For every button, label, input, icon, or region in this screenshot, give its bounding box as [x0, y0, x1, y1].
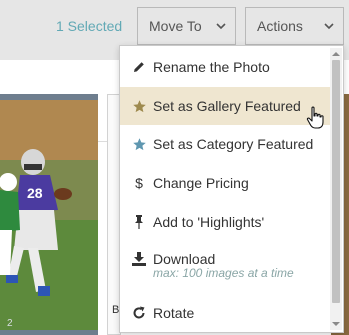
card-number: 2 — [7, 318, 13, 329]
menu-item-label: Add to 'Highlights' — [153, 214, 265, 230]
menu-item-rename[interactable]: Rename the Photo — [120, 48, 330, 86]
photo-card[interactable]: 28 — [0, 94, 98, 335]
rotate-icon — [131, 305, 147, 321]
menu-item-label: Set as Gallery Featured — [153, 98, 301, 114]
menu-item-change-pricing[interactable]: $ Change Pricing — [120, 164, 330, 202]
pin-icon — [131, 214, 147, 230]
scroll-down-arrow-icon[interactable] — [332, 320, 340, 328]
menu-item-label: Set as Category Featured — [153, 136, 314, 152]
menu-item-add-to-highlights[interactable]: Add to 'Highlights' — [120, 203, 330, 241]
selected-count: 1 Selected — [56, 18, 123, 34]
hand-cursor-icon — [306, 106, 324, 129]
dollar-icon: $ — [135, 175, 143, 191]
actions-label: Actions — [257, 18, 303, 34]
menu-item-label: Rotate — [153, 305, 195, 321]
chevron-down-icon — [216, 23, 226, 30]
move-to-button[interactable]: Move To — [137, 7, 236, 45]
scrollbar-thumb[interactable] — [332, 60, 340, 303]
menu-item-set-gallery-featured[interactable]: Set as Gallery Featured — [120, 87, 330, 125]
star-icon — [131, 98, 147, 114]
move-to-label: Move To — [149, 18, 202, 34]
star-icon — [131, 136, 147, 152]
menu-item-label: Rename the Photo — [153, 59, 270, 75]
menu-item-label: Change Pricing — [153, 175, 249, 191]
menu-item-rotate[interactable]: Rotate — [120, 294, 330, 332]
menu-item-download[interactable]: Download max: 100 images at a time — [120, 242, 330, 290]
football-player-photo: 28 — [0, 100, 98, 330]
chevron-down-icon — [324, 23, 334, 30]
svg-text:28: 28 — [27, 185, 43, 201]
scroll-up-arrow-icon[interactable] — [332, 50, 340, 58]
menu-item-sublabel: max: 100 images at a time — [153, 266, 294, 280]
menu-item-set-category-featured[interactable]: Set as Category Featured — [120, 125, 330, 163]
actions-button[interactable]: Actions — [245, 7, 344, 45]
download-icon — [131, 251, 147, 267]
actions-dropdown-menu: Rename the Photo Set as Gallery Featured… — [119, 45, 344, 333]
pencil-icon — [131, 59, 147, 75]
menu-item-label: Download — [153, 251, 216, 267]
menu-scrollbar[interactable] — [330, 48, 342, 330]
